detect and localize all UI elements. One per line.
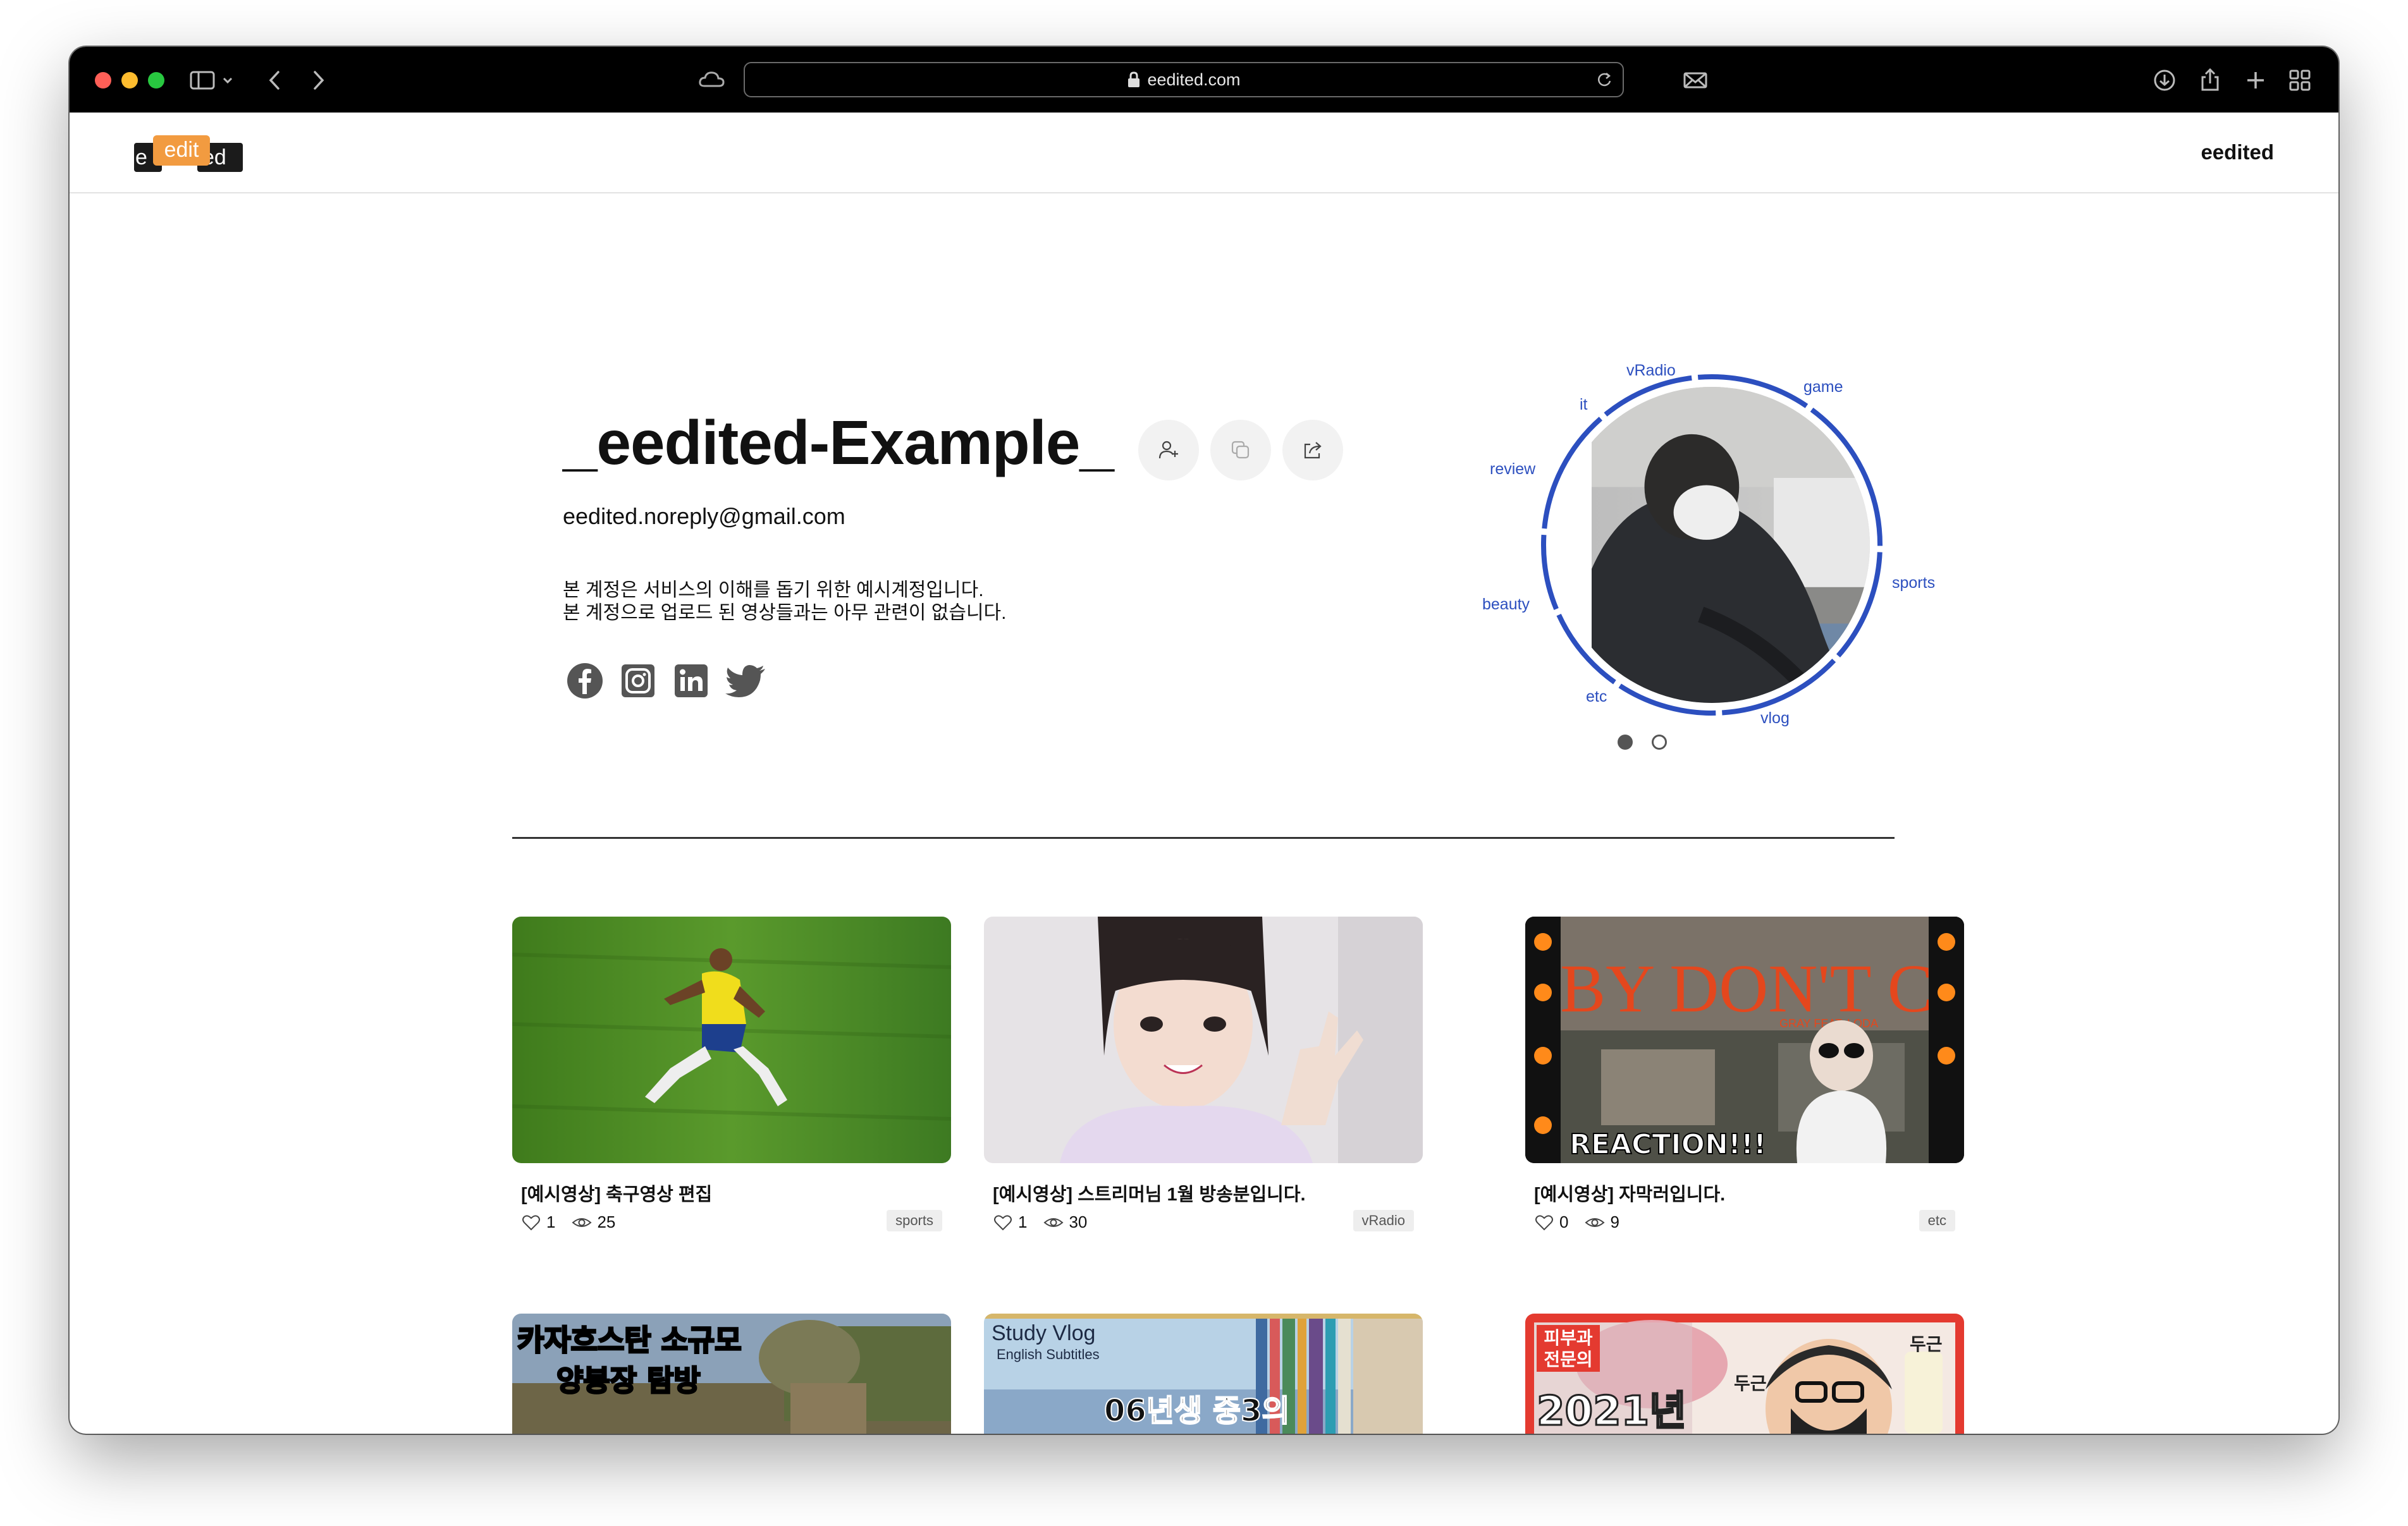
- like-count: 1: [1018, 1212, 1028, 1231]
- carousel-dot-1[interactable]: [1618, 735, 1633, 750]
- reload-icon[interactable]: [1595, 70, 1614, 89]
- browser-window: eedited.com e ed edit eedited _eedited-E…: [70, 47, 2338, 1434]
- follow-button[interactable]: [1138, 420, 1199, 480]
- video-title[interactable]: [예시영상] 스트리머님 1월 방송분입니다.: [993, 1180, 1306, 1206]
- carousel-dot-2[interactable]: [1652, 735, 1667, 750]
- profile-email: eedited.noreply@gmail.com: [563, 503, 845, 529]
- address-bar[interactable]: eedited.com: [744, 62, 1624, 97]
- eedited-logo[interactable]: e ed edit: [134, 135, 243, 172]
- eye-icon: [572, 1218, 593, 1227]
- logo-middle: edit: [153, 135, 210, 166]
- view-count: 9: [1610, 1212, 1619, 1231]
- share-profile-button[interactable]: [1282, 420, 1343, 480]
- thumb-badge-text: REACTION!!!: [1570, 1128, 1766, 1161]
- category-ring[interactable]: vRadio game sports vlog etc beauty revie…: [1401, 311, 1935, 766]
- browser-toolbar: eedited.com: [70, 47, 2338, 113]
- thumb-year-text: 2021년: [1537, 1388, 1686, 1434]
- thumb-tag-text-2: 두근: [1910, 1334, 1943, 1355]
- thumb-line1-text: 카자흐스탄 소규모: [517, 1323, 742, 1357]
- new-tab-icon[interactable]: [2240, 64, 2271, 96]
- icloud-tabs-icon[interactable]: [696, 64, 727, 96]
- copy-link-button[interactable]: [1210, 420, 1271, 480]
- facebook-icon[interactable]: [565, 661, 605, 700]
- copy-icon: [1231, 441, 1250, 459]
- video-thumbnail-beekeeping[interactable]: 카자흐스탄 소규모 양봉장 탐방: [512, 1314, 951, 1434]
- category-label-game[interactable]: game: [1803, 378, 1843, 396]
- view-count: 25: [597, 1212, 616, 1231]
- site-header: e ed edit eedited: [70, 113, 2338, 193]
- thumb-sub-text: English Subtitles: [997, 1346, 1100, 1362]
- category-label-etc[interactable]: etc: [1586, 688, 1607, 706]
- tab-overview-icon[interactable]: [2284, 64, 2316, 96]
- video-thumbnail-study-vlog[interactable]: Study Vlog English Subtitles 06년생 중3의: [984, 1314, 1423, 1434]
- minimize-window-button[interactable]: [121, 72, 138, 89]
- thumb-line2-text: 양봉장 탐방: [556, 1364, 701, 1398]
- heart-icon[interactable]: [521, 1214, 541, 1231]
- linkedin-icon[interactable]: [672, 661, 711, 700]
- video-title[interactable]: [예시영상] 자막러입니다.: [1534, 1180, 1725, 1206]
- downloads-icon[interactable]: [2149, 64, 2180, 96]
- video-thumbnail-streamer[interactable]: [984, 917, 1423, 1163]
- video-stats: 1 25: [521, 1212, 615, 1232]
- thumb-badge2-text: 전문의: [1544, 1349, 1592, 1370]
- category-label-review[interactable]: review: [1490, 460, 1535, 479]
- like-count: 1: [546, 1212, 556, 1231]
- eye-icon: [1043, 1218, 1064, 1227]
- instagram-icon[interactable]: [618, 661, 658, 700]
- video-stats: 0 9: [1534, 1212, 1619, 1232]
- category-label-beauty[interactable]: beauty: [1482, 595, 1530, 614]
- category-tag[interactable]: vRadio: [1353, 1210, 1414, 1231]
- follow-icon: [1158, 441, 1178, 459]
- video-thumbnail-dermatology[interactable]: 피부과 전문의 2021년 두근 두근: [1525, 1314, 1964, 1434]
- heart-icon[interactable]: [993, 1214, 1013, 1231]
- profile-name: _eedited-Example_: [563, 408, 1114, 477]
- lock-icon: [1128, 71, 1140, 87]
- view-count: 30: [1069, 1212, 1088, 1231]
- share-icon: [1304, 442, 1322, 459]
- category-tag[interactable]: sports: [887, 1210, 942, 1231]
- forward-icon[interactable]: [302, 64, 334, 96]
- video-thumbnail-reaction[interactable]: BABY DON'T CRY GRAY FEAT. LODA REACTION!…: [1525, 917, 1964, 1163]
- video-title[interactable]: [예시영상] 축구영상 편집: [521, 1180, 712, 1206]
- eye-icon: [1585, 1218, 1606, 1227]
- profile-bio-line-2: 본 계정으로 업로드 된 영상들과는 아무 관련이 없습니다.: [563, 602, 1007, 623]
- back-icon[interactable]: [259, 64, 291, 96]
- category-tag[interactable]: etc: [1919, 1210, 1955, 1231]
- category-label-it[interactable]: it: [1580, 396, 1588, 414]
- thumb-badge1-text: 피부과: [1544, 1328, 1593, 1348]
- thumb-title-text: Study Vlog: [992, 1321, 1095, 1345]
- thumb-title-text: BABY DON'T CRY: [1525, 951, 1964, 1027]
- user-menu-link[interactable]: eedited: [2201, 140, 2274, 164]
- category-label-vradio[interactable]: vRadio: [1626, 362, 1676, 380]
- close-window-button[interactable]: [95, 72, 111, 89]
- profile-avatar: [1554, 387, 1870, 703]
- mail-icon[interactable]: [1680, 64, 1711, 96]
- thumb-tag-text-1: 두근: [1734, 1373, 1767, 1394]
- thumb-caption-text: 06년생 중3의: [1104, 1393, 1290, 1429]
- share-page-icon[interactable]: [2194, 64, 2226, 96]
- sidebar-toggle-icon[interactable]: [187, 64, 238, 96]
- zoom-window-button[interactable]: [148, 72, 164, 89]
- like-count: 0: [1559, 1212, 1569, 1231]
- twitter-icon[interactable]: [723, 661, 769, 700]
- video-thumbnail-football[interactable]: [512, 917, 951, 1163]
- category-label-sports[interactable]: sports: [1892, 574, 1935, 592]
- section-divider: [512, 837, 1895, 839]
- category-label-vlog[interactable]: vlog: [1760, 709, 1790, 728]
- video-stats: 1 30: [993, 1212, 1087, 1232]
- heart-icon[interactable]: [1534, 1214, 1554, 1231]
- url-text: eedited.com: [1147, 70, 1241, 89]
